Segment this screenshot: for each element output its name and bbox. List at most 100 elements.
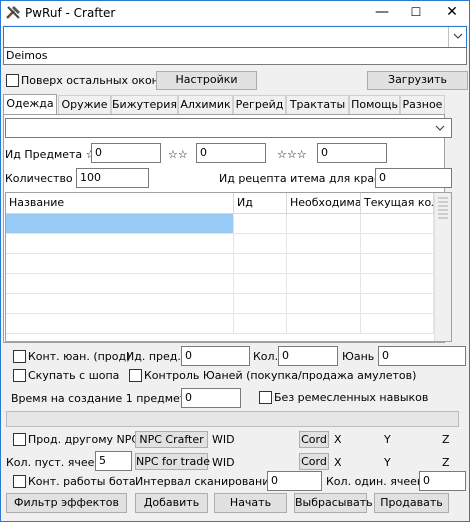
grid-cell[interactable] <box>6 254 234 274</box>
tab-jewelry[interactable]: Бижутерия <box>111 95 178 114</box>
time-input[interactable]: 0 <box>181 388 241 408</box>
two-star-label: ☆☆ <box>168 148 188 161</box>
grid-cell[interactable] <box>287 294 361 314</box>
close-button[interactable]: ✕ <box>435 1 469 25</box>
empty-cells-input[interactable]: 5 <box>95 451 132 471</box>
two-star-input[interactable]: 0 <box>196 143 266 163</box>
cord2-button[interactable]: Cord <box>299 453 329 470</box>
grid-cell[interactable] <box>361 314 434 334</box>
grid-cell[interactable] <box>6 214 234 234</box>
tab-regrade[interactable]: Регрейд <box>233 95 286 114</box>
grid-cell[interactable] <box>361 274 434 294</box>
cont-yuan-checkbox[interactable] <box>13 350 26 363</box>
on-top-checkbox[interactable] <box>6 74 19 87</box>
item-select[interactable] <box>5 118 452 138</box>
quantity-label: Количество <box>5 172 73 185</box>
title-bar: PwRuf - Crafter — ☐ ✕ <box>1 1 469 25</box>
tab-help[interactable]: Помощь <box>349 95 400 114</box>
npc-crafter-button[interactable]: NPC Crafter <box>135 431 208 448</box>
grid-cell[interactable] <box>234 214 287 234</box>
yuan-control-checkbox[interactable] <box>129 369 142 382</box>
settings-button[interactable]: Настройки <box>156 71 257 90</box>
add-button[interactable]: Добавить <box>135 493 208 513</box>
grid-scrollbar[interactable] <box>434 193 451 341</box>
chevron-down-icon[interactable] <box>448 27 466 47</box>
items-grid: Название Ид Необходимая Текущая кол. <box>5 192 452 342</box>
grid-cell[interactable] <box>234 274 287 294</box>
grid-cell[interactable] <box>6 294 234 314</box>
empty-cells-label: Кол. пуст. ячеек <box>6 456 102 469</box>
filter-effects-button[interactable]: Фильтр эффектов <box>6 493 127 513</box>
y1-label: Y <box>384 433 391 446</box>
grid-cell[interactable] <box>6 314 234 334</box>
one-cell-input[interactable]: 0 <box>419 471 466 491</box>
cord1-button[interactable]: Cord <box>299 431 329 448</box>
grid-cell[interactable] <box>234 314 287 334</box>
sell-npc-label: Прод. другому NPC <box>28 433 140 446</box>
quantity-input[interactable]: 100 <box>76 168 149 188</box>
minimize-button[interactable]: — <box>365 1 399 25</box>
npc-trade-button[interactable]: NPC for trade <box>135 453 210 470</box>
tab-clothes[interactable]: Одежда <box>3 94 57 115</box>
x2-label: X <box>334 456 342 469</box>
chevron-down-icon <box>435 125 445 131</box>
three-star-input[interactable]: 0 <box>317 143 387 163</box>
grid-cell[interactable] <box>361 234 434 254</box>
grid-cell[interactable] <box>234 294 287 314</box>
load-button[interactable]: Загрузить <box>367 71 468 90</box>
on-top-label: Поверх остальных окон <box>21 74 159 87</box>
recipe-input[interactable]: 0 <box>375 168 452 188</box>
wid1-label: WID <box>212 433 235 446</box>
scan-interval-input[interactable]: 0 <box>267 471 322 491</box>
grid-cell[interactable] <box>234 254 287 274</box>
grid-cell[interactable] <box>287 314 361 334</box>
grid-cell[interactable] <box>361 294 434 314</box>
buy-shop-label: Скупать с шопа <box>28 369 120 382</box>
sell-button[interactable]: Продавать <box>374 493 449 513</box>
z2-label: Z <box>442 456 450 469</box>
bot-control-checkbox[interactable] <box>13 475 26 488</box>
sell-npc-checkbox[interactable] <box>13 433 26 446</box>
grid-cell[interactable] <box>287 254 361 274</box>
item-id-input[interactable]: 0 <box>91 143 161 163</box>
no-craft-checkbox[interactable] <box>259 391 272 404</box>
tab-alchemist[interactable]: Алхимик <box>178 95 233 114</box>
time-label: Время на создание 1 предмета: <box>11 392 197 405</box>
drop-button[interactable]: Выбрасывать <box>294 493 373 513</box>
yuan-label: Юань <box>342 350 375 363</box>
y2-label: Y <box>384 456 391 469</box>
three-star-label: ☆☆☆ <box>277 148 307 161</box>
yuan-input[interactable]: 0 <box>378 346 466 366</box>
col-id[interactable]: Ид <box>234 193 287 214</box>
kol-input[interactable]: 0 <box>278 346 338 366</box>
tab-weapons[interactable]: Оружие <box>58 95 111 114</box>
grid-cell[interactable] <box>6 234 234 254</box>
col-current[interactable]: Текущая кол. <box>361 193 434 214</box>
buy-shop-checkbox[interactable] <box>13 369 26 382</box>
scroll-thumb[interactable] <box>438 197 448 219</box>
no-craft-label: Без ремесленных навыков <box>274 391 429 404</box>
id-pred-label: Ид. пред. <box>126 350 181 363</box>
start-button[interactable]: Начать <box>214 493 287 513</box>
grid-cell[interactable] <box>361 214 434 234</box>
crafter-window: PwRuf - Crafter — ☐ ✕ Deimos Поверх оста… <box>0 0 470 522</box>
maximize-button[interactable]: ☐ <box>399 1 433 25</box>
col-name[interactable]: Название <box>6 193 234 214</box>
server-select[interactable] <box>3 26 467 48</box>
grid-cell[interactable] <box>361 254 434 274</box>
server-dropdown-list: Deimos <box>3 48 467 65</box>
scan-interval-label: Интервал сканирования <box>135 475 276 488</box>
id-pred-input[interactable]: 0 <box>181 346 250 366</box>
grid-cell[interactable] <box>287 234 361 254</box>
grid-cell[interactable] <box>234 234 287 254</box>
grid-cell[interactable] <box>6 274 234 294</box>
tab-misc[interactable]: Разное <box>400 95 445 114</box>
col-required[interactable]: Необходимая <box>287 193 361 214</box>
grid-cell[interactable] <box>287 214 361 234</box>
one-cell-label: Кол. один. ячеек <box>326 475 424 488</box>
server-option[interactable]: Deimos <box>6 49 47 62</box>
window-title: PwRuf - Crafter <box>25 6 116 20</box>
grid-cell[interactable] <box>287 274 361 294</box>
bot-control-label: Конт. работы бота <box>28 475 136 488</box>
tab-tractates[interactable]: Трактаты <box>286 95 349 114</box>
